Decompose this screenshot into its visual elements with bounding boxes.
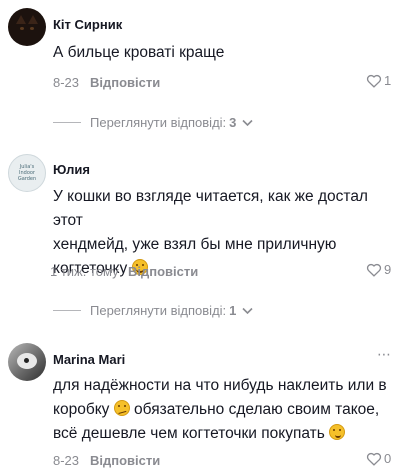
comment-date: 1 тиж. тому [50,264,119,279]
reply-count: 1 [229,303,237,318]
avatar-shape [24,358,29,363]
divider-line [53,310,81,311]
cat-eye [20,27,24,30]
chevron-down-icon [242,119,253,126]
view-replies-button[interactable]: Переглянути відповіді: 3 [53,115,253,130]
like-count: 9 [384,262,392,277]
like-button[interactable]: 1 [366,73,391,88]
like-count: 0 [384,451,392,466]
smirk-emoji-icon [329,424,346,440]
comment-date: 8-23 [53,453,80,468]
comment-text-fragment: обязательно сделаю своим такое, [134,401,380,418]
reply-button[interactable]: Відповісти [90,453,160,468]
comment-text-fragment: всё дешевле чем когтеточки покупать [53,425,325,442]
comment-author[interactable]: Marina Mari [53,352,125,367]
avatar-logo-text: Julia's Indoor Garden [17,164,37,182]
view-replies-button[interactable]: Переглянути відповіді: 1 [53,303,253,318]
chevron-down-icon [242,307,253,314]
comment-author[interactable]: Юлия [53,162,90,177]
comment-text-line: хендмейд, уже взял бы мне приличную [53,236,337,253]
comment-text: А бильце кроваті краще [53,44,225,61]
reply-button[interactable]: Відповісти [90,75,160,90]
more-horizontal-icon[interactable]: ⋯ [377,346,392,363]
comment-text-line: коробку обязательно сделаю своим такое, [53,398,387,422]
comment-text-line: для надёжности на что нибудь наклеить ил… [53,377,387,394]
reply-count: 3 [229,115,237,130]
view-replies-label: Переглянути відповіді: [90,303,227,318]
reply-button[interactable]: Відповісти [128,264,198,279]
heart-outline-icon [366,74,382,88]
avatar[interactable] [8,343,46,381]
divider-line [53,122,81,123]
like-button[interactable]: 9 [366,262,391,277]
cat-ear [16,15,26,24]
heart-outline-icon [366,452,382,466]
cat-ear [28,15,38,24]
comment-text-line: всё дешевле чем когтеточки покупать [53,422,387,446]
comment-text-fragment: коробку [53,401,110,418]
heart-outline-icon [366,263,382,277]
view-replies-label: Переглянути відповіді: [90,115,227,130]
comment-text-line: У кошки во взгляде читается, как же дост… [53,188,368,229]
comment-author[interactable]: Кіт Сирник [53,17,122,32]
thinking-emoji-icon [113,400,130,416]
like-button[interactable]: 0 [366,451,391,466]
comment-text: для надёжности на что нибудь наклеить ил… [53,374,387,446]
avatar[interactable]: Julia's Indoor Garden [8,154,46,192]
like-count: 1 [384,73,392,88]
comment-date: 8-23 [53,75,80,90]
cat-eye [30,27,34,30]
avatar[interactable] [8,8,46,46]
